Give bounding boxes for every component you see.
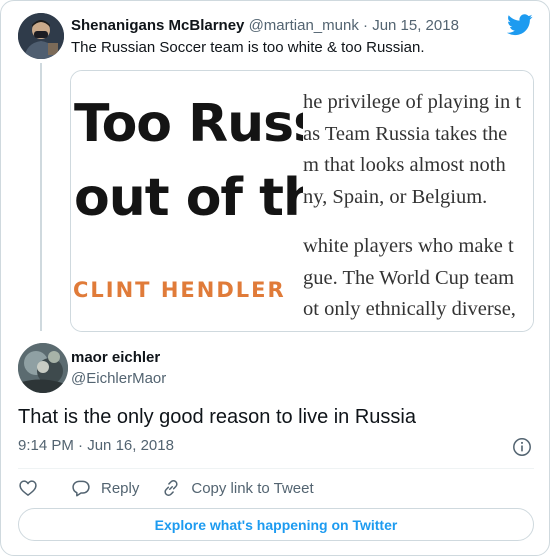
reply-tweet-text: That is the only good reason to live in …: [18, 406, 416, 428]
page-text: he privilege of playing in t as Team Rus…: [303, 87, 521, 326]
action-bar: Reply Copy link to Tweet: [18, 478, 314, 498]
parent-date[interactable]: Jun 15, 2018: [372, 17, 459, 34]
page-line: gue. The World Cup team: [303, 266, 515, 289]
reply-date[interactable]: Jun 16, 2018: [87, 437, 174, 454]
like-button[interactable]: [18, 478, 38, 498]
copy-link-button[interactable]: Copy link to Tweet: [161, 478, 314, 498]
reply-time-separator: ·: [78, 437, 84, 454]
page-line: m that looks almost noth: [303, 154, 506, 176]
parent-handle[interactable]: @martian_munk: [249, 17, 359, 34]
parent-separator: ·: [363, 17, 369, 34]
page-line: white players who make t: [303, 235, 514, 257]
explore-twitter-button[interactable]: Explore what's happening on Twitter: [18, 508, 534, 541]
parent-display-name[interactable]: Shenanigans McBlarney: [71, 17, 244, 34]
embedded-tweet: Shenanigans McBlarney @martian_munk · Ju…: [0, 0, 550, 556]
page-line: ny, Spain, or Belgium.: [303, 185, 488, 208]
book-page-image: he privilege of playing in t as Team Rus…: [303, 71, 533, 331]
heart-icon: [19, 480, 37, 496]
page-line: ot only ethnically diverse,: [303, 298, 516, 320]
cover-title-line-2: out of th: [74, 168, 303, 228]
twitter-bird-icon[interactable]: [507, 14, 533, 36]
copy-link-label[interactable]: Copy link to Tweet: [191, 480, 313, 497]
reply-display-name[interactable]: maor eichler: [71, 349, 160, 366]
parent-header: Shenanigans McBlarney @martian_munk · Ju…: [71, 16, 459, 36]
page-line: as Team Russia takes the: [303, 122, 508, 145]
cover-title-line-1: Too Russ: [74, 94, 303, 154]
divider: [18, 468, 534, 469]
parent-avatar[interactable]: [18, 13, 64, 59]
parent-tweet-text: The Russian Soccer team is too white & t…: [71, 39, 425, 56]
reply-handle[interactable]: @EichlerMaor: [71, 370, 166, 387]
info-icon[interactable]: [512, 437, 532, 457]
thread-connector-line: [40, 63, 42, 331]
page-line: he privilege of playing in t: [303, 91, 522, 113]
reply-time[interactable]: 9:14 PM: [18, 437, 74, 454]
quoted-media-card[interactable]: Too Russ out of th CLINT HENDLER he priv…: [70, 70, 534, 332]
book-cover-image: Too Russ out of th CLINT HENDLER: [71, 71, 303, 331]
cover-author: CLINT HENDLER: [73, 278, 286, 302]
reply-avatar[interactable]: [18, 343, 68, 393]
reply-timestamp[interactable]: 9:14 PM · Jun 16, 2018: [18, 437, 174, 454]
reply-bubble-icon: [72, 480, 90, 497]
reply-label[interactable]: Reply: [101, 480, 139, 497]
reply-button[interactable]: Reply: [71, 478, 139, 498]
link-icon: [164, 480, 178, 496]
